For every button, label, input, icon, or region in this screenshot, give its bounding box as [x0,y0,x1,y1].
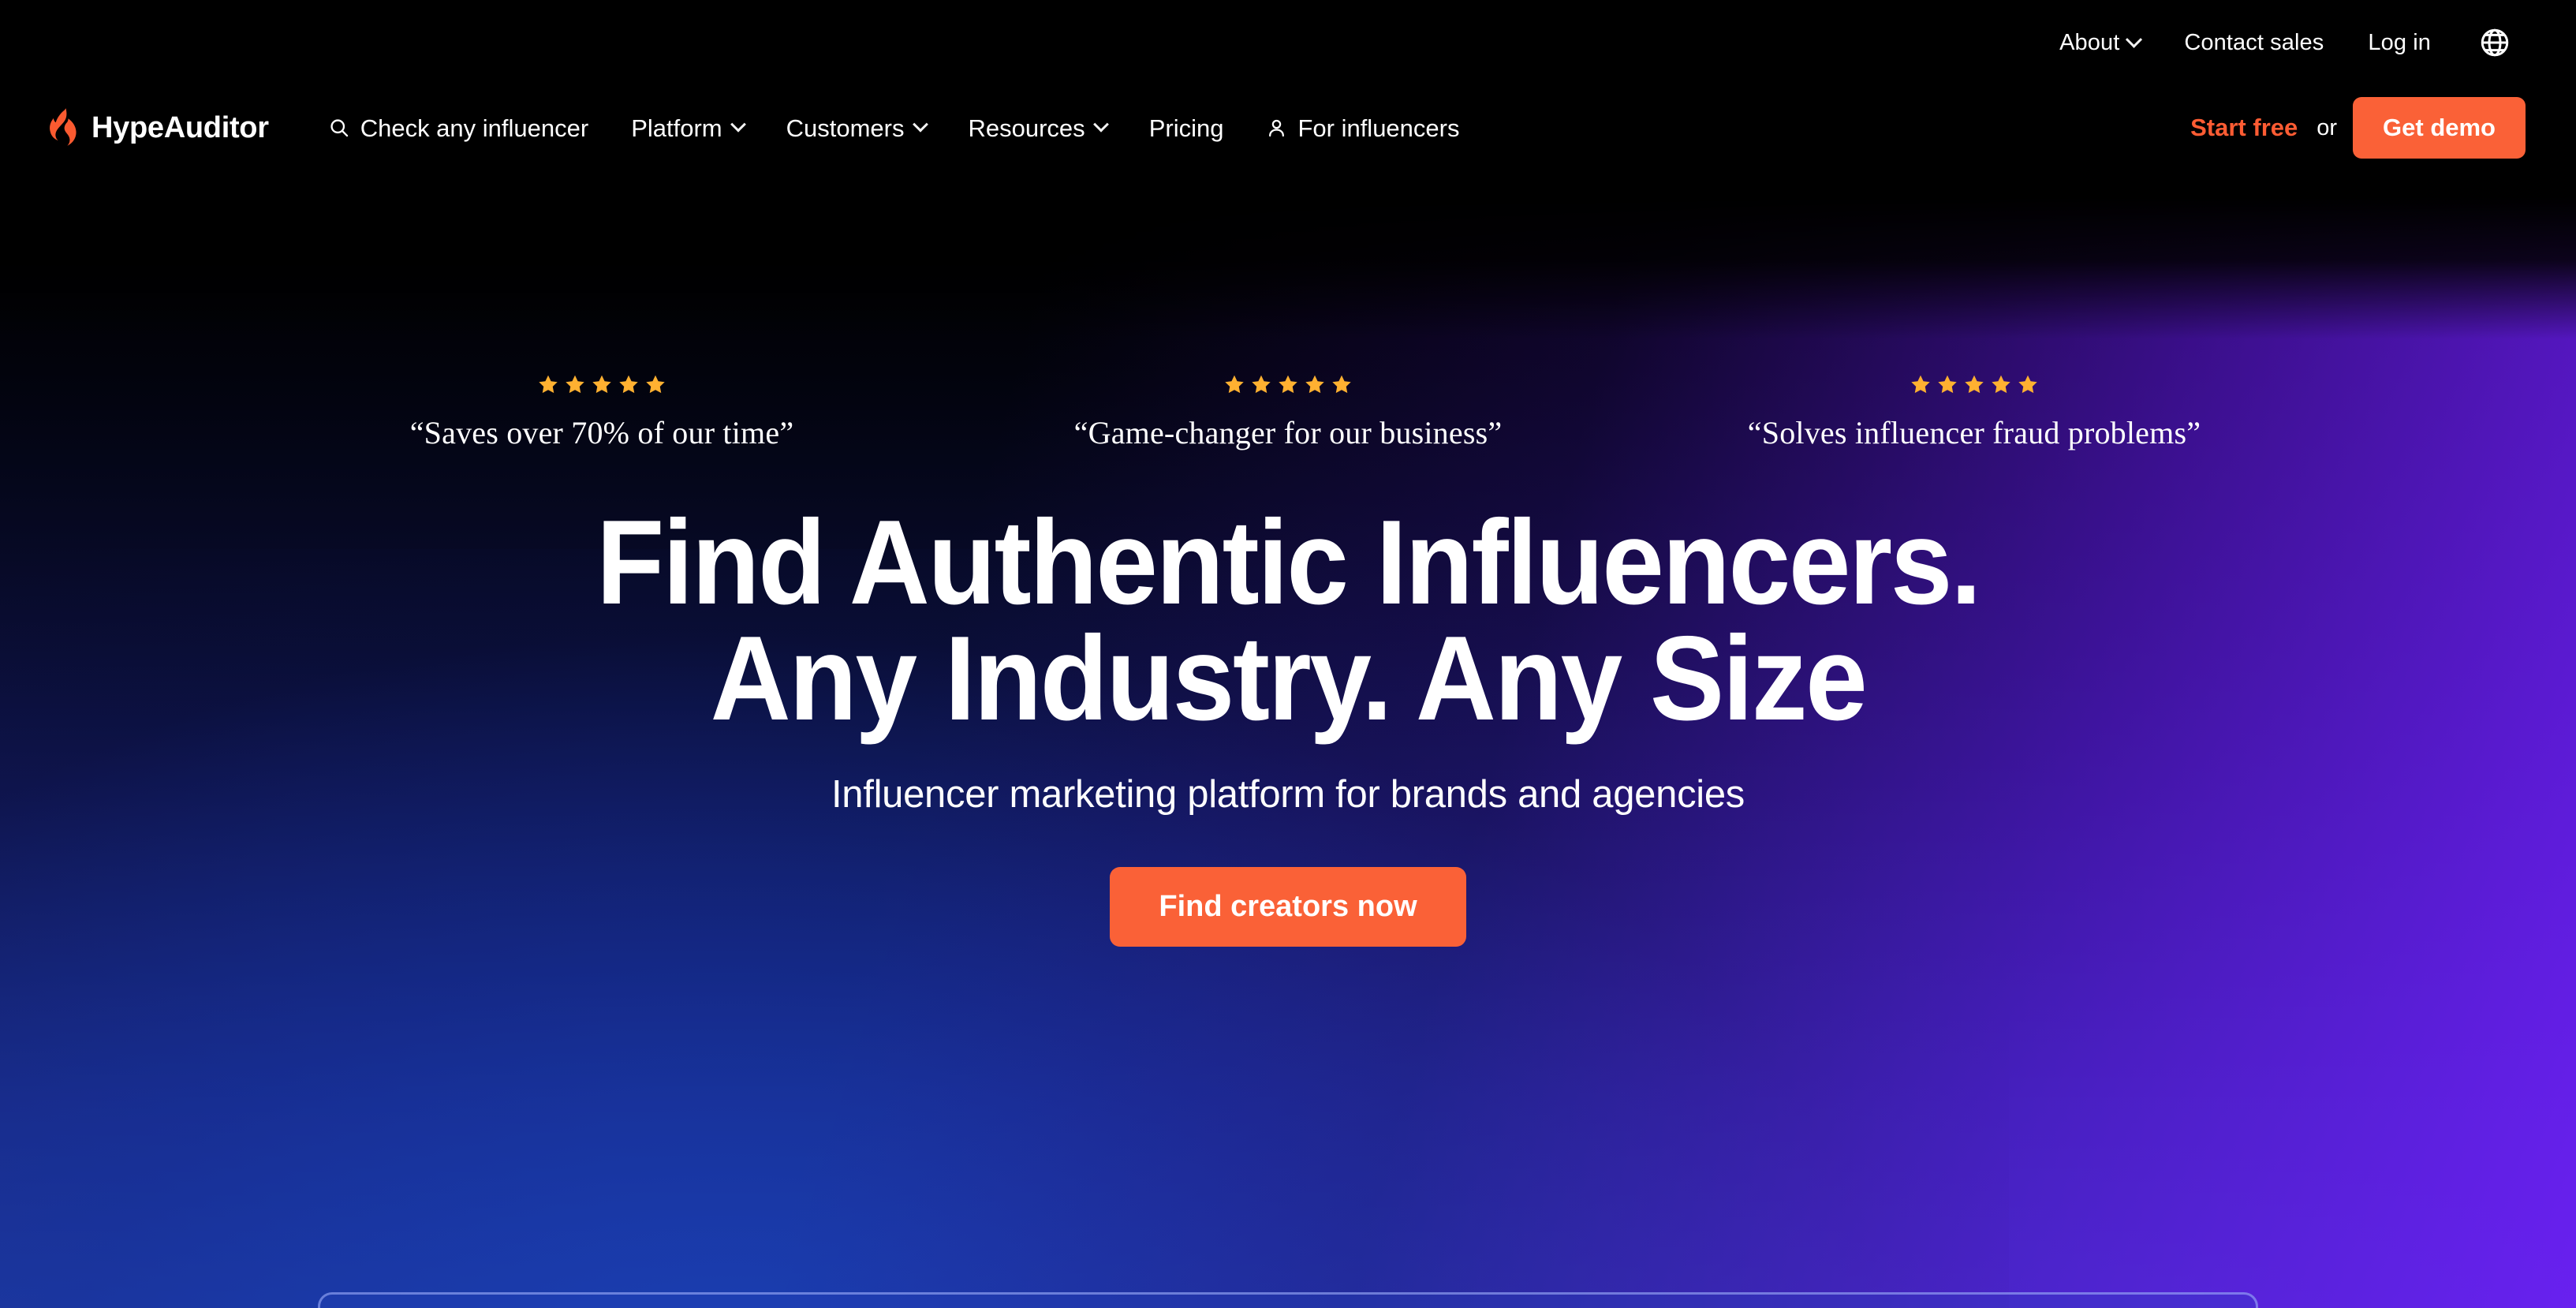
star-rating [538,374,666,394]
chevron-down-icon [2126,31,2143,48]
utility-item-log-in-label: Log in [2368,29,2431,55]
chevron-down-icon [912,116,928,133]
page-root: About Contact sales Log in HypeAuditor C… [0,0,2576,1308]
testimonial-quote: “Saves over 70% of our time” [409,415,794,450]
utility-item-contact-sales[interactable]: Contact sales [2162,22,2346,64]
nav-item-platform-label: Platform [631,114,722,142]
star-icon [619,375,638,394]
nav-item-customers[interactable]: Customers [765,105,947,151]
star-icon [1911,375,1930,394]
star-icon [566,375,584,394]
star-icon [1305,375,1324,394]
nav-item-for-influencers-label: For influencers [1297,114,1460,142]
star-icon [1938,375,1957,394]
utility-item-contact-sales-label: Contact sales [2184,29,2324,55]
nav-links: Check any influencer Platform Customers … [307,105,2187,151]
language-selector-button[interactable] [2470,18,2519,67]
star-icon [646,375,665,394]
star-rating [1910,374,2038,394]
globe-icon [2481,28,2509,57]
nav-item-resources-label: Resources [968,114,1085,142]
hero-subtitle: Influencer marketing platform for brands… [831,772,1745,816]
page-title: Find Authentic Influencers. Any Industry… [595,495,1981,746]
testimonial-quote: “Game-changer for our business” [1073,415,1503,450]
nav-item-for-influencers[interactable]: For influencers [1245,105,1480,151]
star-icon [1252,375,1271,394]
get-demo-button[interactable]: Get demo [2353,97,2526,159]
utility-item-about[interactable]: About [2037,22,2162,64]
flame-icon [50,108,77,146]
nav-cta-group: Start free or Get demo [2187,97,2526,159]
brand-logo[interactable]: HypeAuditor [47,107,269,148]
nav-item-pricing-label: Pricing [1148,114,1224,142]
user-icon [1269,119,1285,136]
hero-section: “Saves over 70% of our time” “Game-chang… [0,167,2576,1308]
star-icon [1332,375,1351,394]
testimonial-quote: “Solves influencer fraud problems” [1747,415,2201,450]
star-icon [1225,375,1244,394]
cta-separator-label: or [2317,114,2338,140]
star-rating [1224,374,1352,394]
utility-item-log-in[interactable]: Log in [2346,22,2453,64]
testimonial-item: “Solves influencer fraud problems” [1631,374,2317,451]
nav-item-customers-label: Customers [786,114,905,142]
main-navigation: HypeAuditor Check any influencer Platfor… [0,85,2576,170]
brand-name: HypeAuditor [91,110,269,144]
find-creators-button[interactable]: Find creators now [1110,866,1466,947]
testimonial-row: “Saves over 70% of our time” “Game-chang… [0,374,2576,451]
testimonial-item: “Game-changer for our business” [945,374,1631,451]
nav-item-check-any-influencer[interactable]: Check any influencer [307,105,610,151]
search-icon [330,119,348,137]
utility-bar: About Contact sales Log in [0,0,2576,85]
star-icon [1965,375,1984,394]
start-free-link[interactable]: Start free [2187,106,2301,150]
star-icon [1279,375,1297,394]
nav-item-pricing[interactable]: Pricing [1128,105,1245,151]
nav-item-check-any-influencer-label: Check any influencer [360,114,589,142]
chevron-down-icon [730,116,746,133]
headline-line-1: Find Authentic Influencers. [595,495,1981,630]
nav-item-platform[interactable]: Platform [610,105,764,151]
testimonial-item: “Saves over 70% of our time” [259,374,945,451]
star-icon [592,375,611,394]
star-icon [2018,375,2037,394]
nav-item-resources[interactable]: Resources [947,105,1128,151]
chevron-down-icon [1092,116,1109,133]
star-icon [1992,375,2010,394]
utility-item-about-label: About [2059,29,2120,55]
star-icon [539,375,558,394]
headline-line-2: Any Industry. Any Size [710,611,1868,746]
preview-panel[interactable] [318,1292,2258,1308]
